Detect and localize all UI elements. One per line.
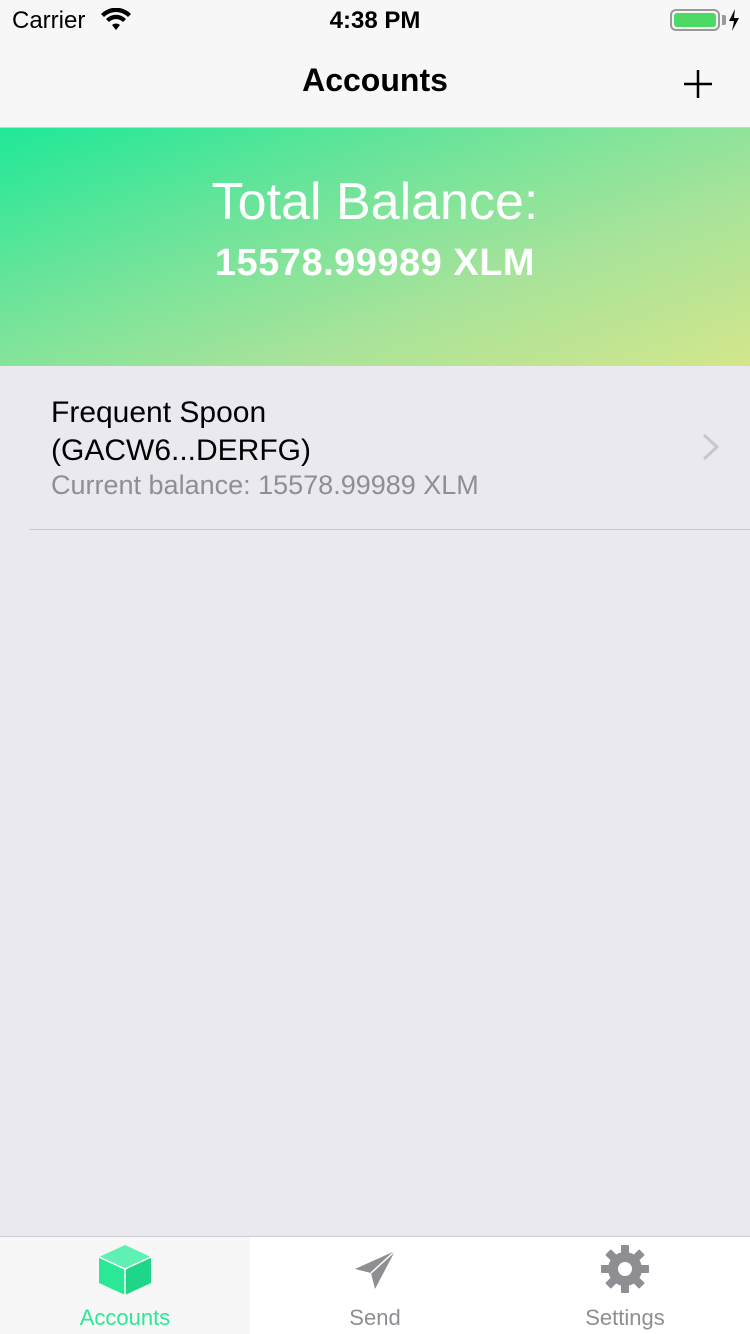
chevron-right-icon <box>702 433 720 461</box>
tab-label-send: Send <box>349 1305 401 1330</box>
charging-bolt-icon <box>729 9 739 31</box>
total-balance-header: Total Balance: 15578.99989 XLM <box>0 128 750 366</box>
total-balance-amount: 15578.99989 XLM <box>214 242 536 284</box>
gear-icon <box>601 1245 649 1293</box>
tab-settings[interactable]: Settings <box>500 1237 750 1334</box>
cube-icon <box>98 1245 152 1295</box>
status-bar: Carrier 4:38 PM <box>0 0 750 40</box>
accounts-screen: Carrier 4:38 PM Accounts Total Balance: … <box>0 0 750 1334</box>
battery-tip <box>722 15 726 25</box>
battery-fill <box>674 13 716 27</box>
tab-accounts[interactable]: Accounts <box>0 1237 250 1334</box>
battery-icon <box>670 9 720 31</box>
status-time: 4:38 PM <box>329 7 421 34</box>
tab-label-settings: Settings <box>585 1305 665 1330</box>
account-name: Frequent Spoon (GACW6...DERFG) <box>51 396 311 467</box>
navigation-bar: Accounts <box>0 40 750 128</box>
tab-label-accounts: Accounts <box>79 1305 171 1330</box>
tab-send[interactable]: Send <box>250 1237 500 1334</box>
account-current-balance: Current balance: 15578.99989 XLM <box>51 470 479 500</box>
tab-bar: Accounts Send Settings <box>0 1236 750 1334</box>
page-title: Accounts <box>302 62 448 98</box>
plus-icon <box>684 70 712 98</box>
paper-plane-icon <box>355 1250 396 1289</box>
add-account-button[interactable] <box>672 58 724 110</box>
row-separator <box>30 529 750 530</box>
account-row[interactable]: Frequent Spoon (GACW6...DERFG) Current b… <box>0 366 750 530</box>
total-balance-label: Total Balance: <box>211 173 539 231</box>
